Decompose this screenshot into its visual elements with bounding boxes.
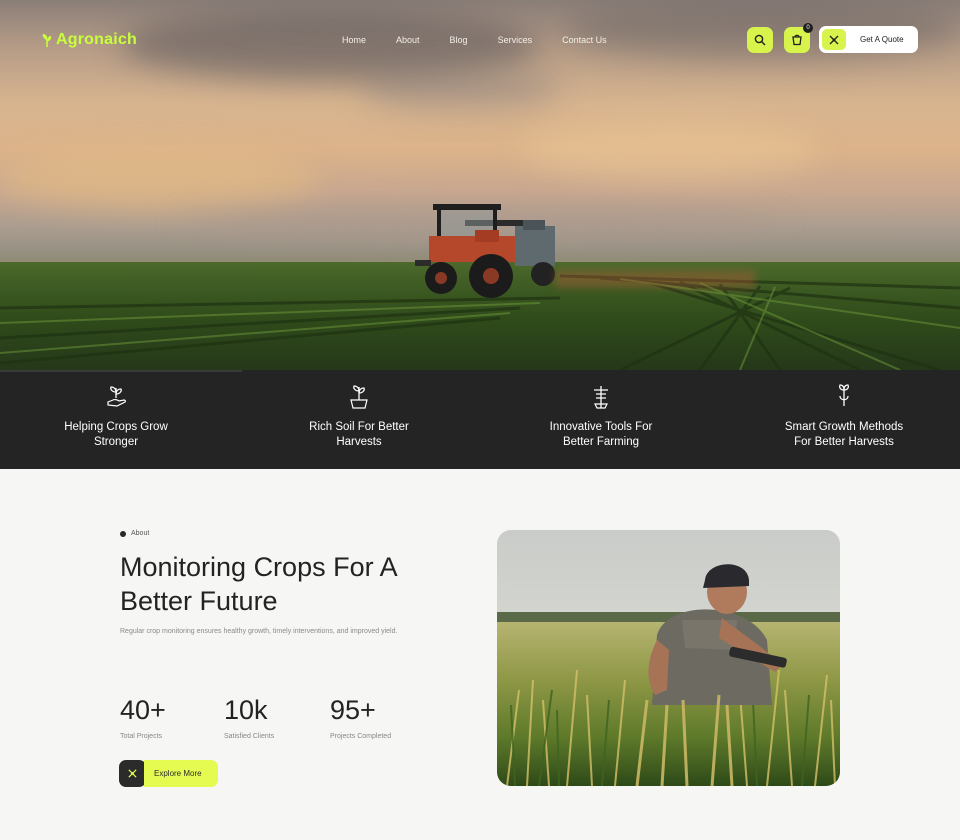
- stat-value: 10k: [224, 695, 268, 725]
- feature-title-line: For Better Harvests: [794, 436, 894, 448]
- tractor-icon: [822, 29, 846, 50]
- soil-plant-icon: [350, 385, 368, 409]
- feature-item: Smart Growth Methods For Better Harvests: [744, 384, 944, 450]
- main-menu: Home About Blog Services Contact Us: [342, 35, 637, 45]
- feature-title-line: Rich Soil For Better: [309, 421, 409, 433]
- section-headline: Monitoring Crops For A Better Future: [120, 550, 450, 618]
- menu-item-contact[interactable]: Contact Us: [562, 35, 607, 45]
- leaf-logo-icon: [42, 34, 52, 47]
- top-navigation: Agronaich Home About Blog Services Conta…: [0, 0, 960, 80]
- stat-value: 40+: [120, 695, 166, 725]
- feature-item: Helping Crops Grow Stronger: [16, 384, 216, 450]
- feature-title-line: Smart Growth Methods: [784, 421, 904, 433]
- explore-more-button[interactable]: Explore More: [119, 759, 218, 787]
- farmer-photo: [497, 530, 840, 786]
- feature-title-line: Innovative Tools For: [549, 421, 653, 433]
- section-tag: About: [120, 530, 149, 537]
- explore-more-pill: Explore More: [144, 759, 218, 787]
- feature-title-line: Better Farming: [562, 436, 640, 448]
- farmer-in-field-image: [497, 530, 840, 786]
- cart-count-badge: 0: [803, 23, 813, 33]
- feature-title: Innovative Tools For Better Farming: [501, 420, 701, 450]
- strip-accent-line: [0, 370, 242, 372]
- cart-icon: [792, 34, 802, 46]
- cloud: [520, 120, 820, 180]
- feature-title-line: Harvests: [336, 436, 382, 448]
- feature-title: Smart Growth Methods For Better Harvests: [744, 420, 944, 450]
- headline-line: Monitoring Crops For A: [120, 552, 398, 582]
- hand-plant-icon: [107, 386, 127, 407]
- section-description: Regular crop monitoring ensures healthy …: [120, 628, 398, 635]
- explore-more-label: Explore More: [154, 768, 202, 778]
- cloud: [0, 150, 320, 210]
- get-quote-label: Get A Quote: [860, 35, 904, 44]
- feature-title-line: Stronger: [93, 436, 139, 448]
- menu-item-about[interactable]: About: [396, 35, 420, 45]
- feature-title: Rich Soil For Better Harvests: [259, 420, 459, 450]
- search-button[interactable]: [747, 27, 773, 53]
- feature-title-line: Helping Crops Grow: [64, 421, 168, 433]
- stat-total-projects: 40+ Total Projects: [120, 695, 166, 740]
- stat-label: Satisfied Clients: [224, 733, 275, 740]
- growth-sprout-icon: [839, 384, 849, 406]
- tools-icon: [594, 386, 608, 409]
- stat-projects-completed: 95+ Projects Completed: [330, 695, 391, 740]
- feature-item: Innovative Tools For Better Farming: [501, 384, 701, 450]
- menu-item-services[interactable]: Services: [498, 35, 533, 45]
- tractor: [415, 204, 555, 298]
- cart-button[interactable]: 0: [784, 23, 813, 53]
- feature-item: Rich Soil For Better Harvests: [259, 384, 459, 450]
- tractor-icon: [119, 759, 146, 787]
- stat-label: Projects Completed: [330, 733, 392, 740]
- menu-item-home[interactable]: Home: [342, 35, 366, 45]
- menu-item-blog[interactable]: Blog: [450, 35, 468, 45]
- stat-label: Total Projects: [120, 733, 163, 740]
- get-quote-button[interactable]: Get A Quote: [819, 26, 918, 53]
- search-icon: [754, 34, 766, 46]
- feature-title: Helping Crops Grow Stronger: [16, 420, 216, 450]
- headline-line: Better Future: [120, 586, 278, 616]
- spray-mist: [555, 270, 755, 288]
- tag-dot-icon: [120, 530, 126, 537]
- stat-value: 95+: [330, 695, 376, 725]
- section-tag-label: About: [131, 530, 150, 537]
- stat-satisfied-clients: 10k Satisfied Clients: [224, 695, 274, 740]
- brand-name: Agronaich: [56, 31, 137, 48]
- logo[interactable]: Agronaich: [42, 31, 137, 49]
